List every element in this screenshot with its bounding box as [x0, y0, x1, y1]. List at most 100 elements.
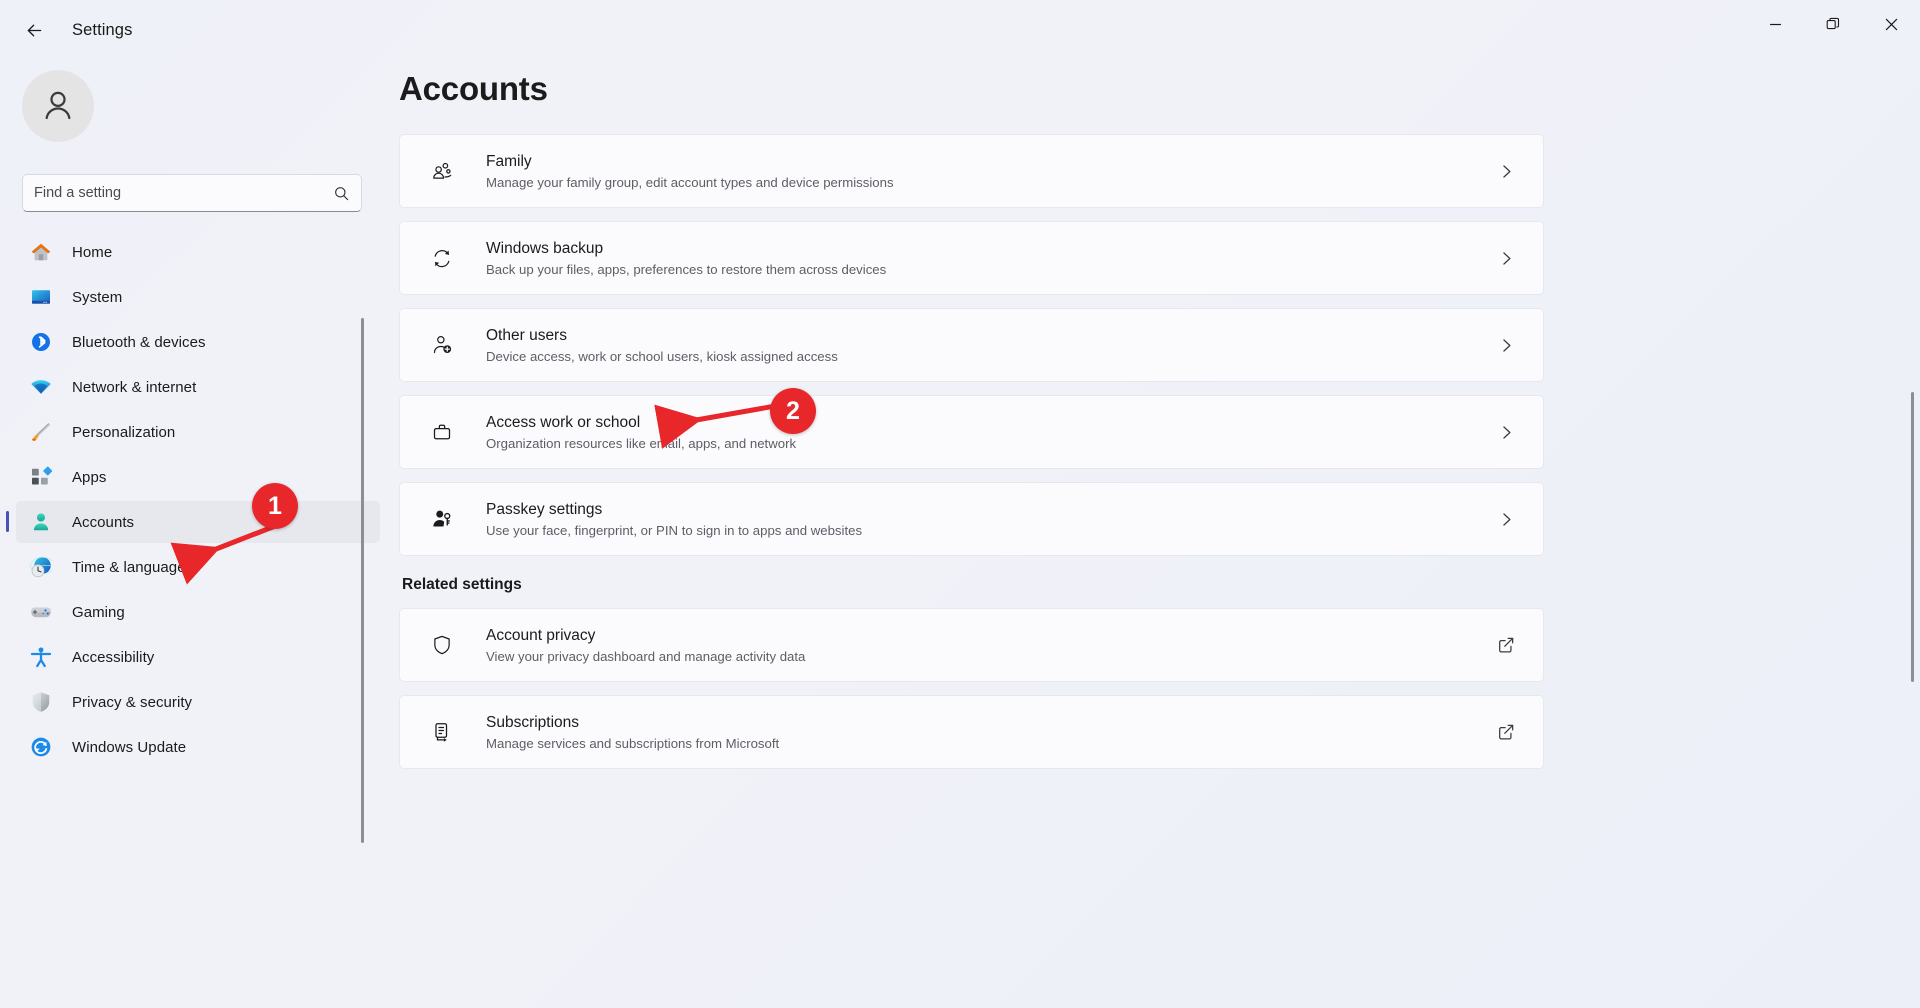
card-subtitle: Manage services and subscriptions from M… [486, 734, 1491, 753]
sidebar-item-label: Accounts [72, 514, 134, 531]
chevron-right-icon[interactable] [1491, 156, 1521, 186]
search-icon [333, 185, 350, 202]
sidebar-item-accounts[interactable]: Accounts [16, 501, 380, 543]
accessibility-icon [28, 644, 54, 670]
sidebar-item-gaming[interactable]: Gaming [16, 591, 380, 633]
sidebar-item-label: System [72, 289, 122, 306]
card-title: Family [486, 151, 1491, 172]
sidebar-item-windows-update[interactable]: Windows Update [16, 726, 380, 768]
search-input[interactable] [34, 185, 333, 201]
add-user-icon [426, 329, 458, 361]
system-icon [28, 284, 54, 310]
card-text: Other usersDevice access, work or school… [486, 325, 1491, 366]
card-passkey-settings[interactable]: Passkey settingsUse your face, fingerpri… [399, 482, 1544, 556]
sidebar-item-apps[interactable]: Apps [16, 456, 380, 498]
window-controls [1746, 0, 1920, 48]
shield-icon [28, 689, 54, 715]
search-box[interactable] [22, 174, 362, 212]
main-scrollbar-thumb[interactable] [1911, 392, 1914, 682]
back-arrow-icon [24, 20, 45, 41]
network-icon [28, 374, 54, 400]
card-title: Windows backup [486, 238, 1491, 259]
sidebar-item-label: Apps [72, 469, 106, 486]
sidebar-item-system[interactable]: System [16, 276, 380, 318]
clock-globe-icon [28, 554, 54, 580]
home-icon [28, 239, 54, 265]
card-title: Other users [486, 325, 1491, 346]
sidebar-item-label: Network & internet [72, 379, 196, 396]
restore-icon [1826, 17, 1840, 31]
sidebar-item-bluetooth-devices[interactable]: Bluetooth & devices [16, 321, 380, 363]
settings-card-list: FamilyManage your family group, edit acc… [399, 134, 1544, 782]
sidebar-nav: Home System Bluetooth & devices Network … [0, 228, 396, 1008]
app-title: Settings [72, 21, 132, 40]
related-settings-heading: Related settings [402, 576, 1544, 594]
sidebar-item-home[interactable]: Home [16, 231, 380, 273]
sidebar-item-label: Gaming [72, 604, 125, 621]
sidebar-item-label: Bluetooth & devices [72, 334, 206, 351]
sidebar-item-label: Home [72, 244, 112, 261]
close-icon [1885, 18, 1898, 31]
card-text: Passkey settingsUse your face, fingerpri… [486, 499, 1491, 540]
card-subtitle: View your privacy dashboard and manage a… [486, 647, 1491, 666]
card-subtitle: Organization resources like email, apps,… [486, 434, 1491, 453]
page-title: Accounts [399, 70, 548, 108]
card-account-privacy[interactable]: Account privacyView your privacy dashboa… [399, 608, 1544, 682]
settings-window: Settings [0, 0, 1920, 1008]
card-windows-backup[interactable]: Windows backupBack up your files, apps, … [399, 221, 1544, 295]
shield-outline-icon [426, 629, 458, 661]
paintbrush-icon [28, 419, 54, 445]
card-title: Subscriptions [486, 712, 1491, 733]
minimize-icon [1769, 18, 1782, 31]
card-text: Account privacyView your privacy dashboa… [486, 625, 1491, 666]
briefcase-icon [426, 416, 458, 448]
bluetooth-icon [28, 329, 54, 355]
sidebar-item-personalization[interactable]: Personalization [16, 411, 380, 453]
passkey-icon [426, 503, 458, 535]
subscriptions-icon [426, 716, 458, 748]
chevron-right-icon[interactable] [1491, 330, 1521, 360]
family-icon [426, 155, 458, 187]
sidebar-item-label: Personalization [72, 424, 175, 441]
sidebar-item-label: Privacy & security [72, 694, 192, 711]
card-text: Windows backupBack up your files, apps, … [486, 238, 1491, 279]
card-access-work-or-school[interactable]: Access work or schoolOrganization resour… [399, 395, 1544, 469]
sidebar-item-privacy-security[interactable]: Privacy & security [16, 681, 380, 723]
card-text: SubscriptionsManage services and subscri… [486, 712, 1491, 753]
card-family[interactable]: FamilyManage your family group, edit acc… [399, 134, 1544, 208]
card-title: Account privacy [486, 625, 1491, 646]
sidebar-item-accessibility[interactable]: Accessibility [16, 636, 380, 678]
card-other-users[interactable]: Other usersDevice access, work or school… [399, 308, 1544, 382]
back-button[interactable] [12, 12, 56, 48]
backup-sync-icon [426, 242, 458, 274]
external-link-icon[interactable] [1491, 717, 1521, 747]
card-subtitle: Manage your family group, edit account t… [486, 173, 1491, 192]
accounts-icon [28, 509, 54, 535]
external-link-icon[interactable] [1491, 630, 1521, 660]
sidebar-item-time-language[interactable]: Time & language [16, 546, 380, 588]
apps-icon [28, 464, 54, 490]
user-avatar-icon [38, 86, 78, 126]
close-button[interactable] [1862, 0, 1920, 48]
main-content: Accounts FamilyManage your family group,… [396, 60, 1920, 1008]
gamepad-icon [28, 599, 54, 625]
card-title: Access work or school [486, 412, 1491, 433]
chevron-right-icon[interactable] [1491, 243, 1521, 273]
title-bar: Settings [0, 0, 1920, 60]
card-subscriptions[interactable]: SubscriptionsManage services and subscri… [399, 695, 1544, 769]
minimize-button[interactable] [1746, 0, 1804, 48]
sidebar-item-label: Time & language [72, 559, 186, 576]
sidebar-item-network-internet[interactable]: Network & internet [16, 366, 380, 408]
sidebar: Home System Bluetooth & devices Network … [0, 60, 396, 1008]
avatar[interactable] [22, 70, 94, 142]
sidebar-item-label: Accessibility [72, 649, 154, 666]
restore-button[interactable] [1804, 0, 1862, 48]
card-text: FamilyManage your family group, edit acc… [486, 151, 1491, 192]
card-text: Access work or schoolOrganization resour… [486, 412, 1491, 453]
update-icon [28, 734, 54, 760]
chevron-right-icon[interactable] [1491, 504, 1521, 534]
sidebar-scrollbar[interactable] [361, 318, 364, 843]
card-title: Passkey settings [486, 499, 1491, 520]
sidebar-item-label: Windows Update [72, 739, 186, 756]
chevron-right-icon[interactable] [1491, 417, 1521, 447]
